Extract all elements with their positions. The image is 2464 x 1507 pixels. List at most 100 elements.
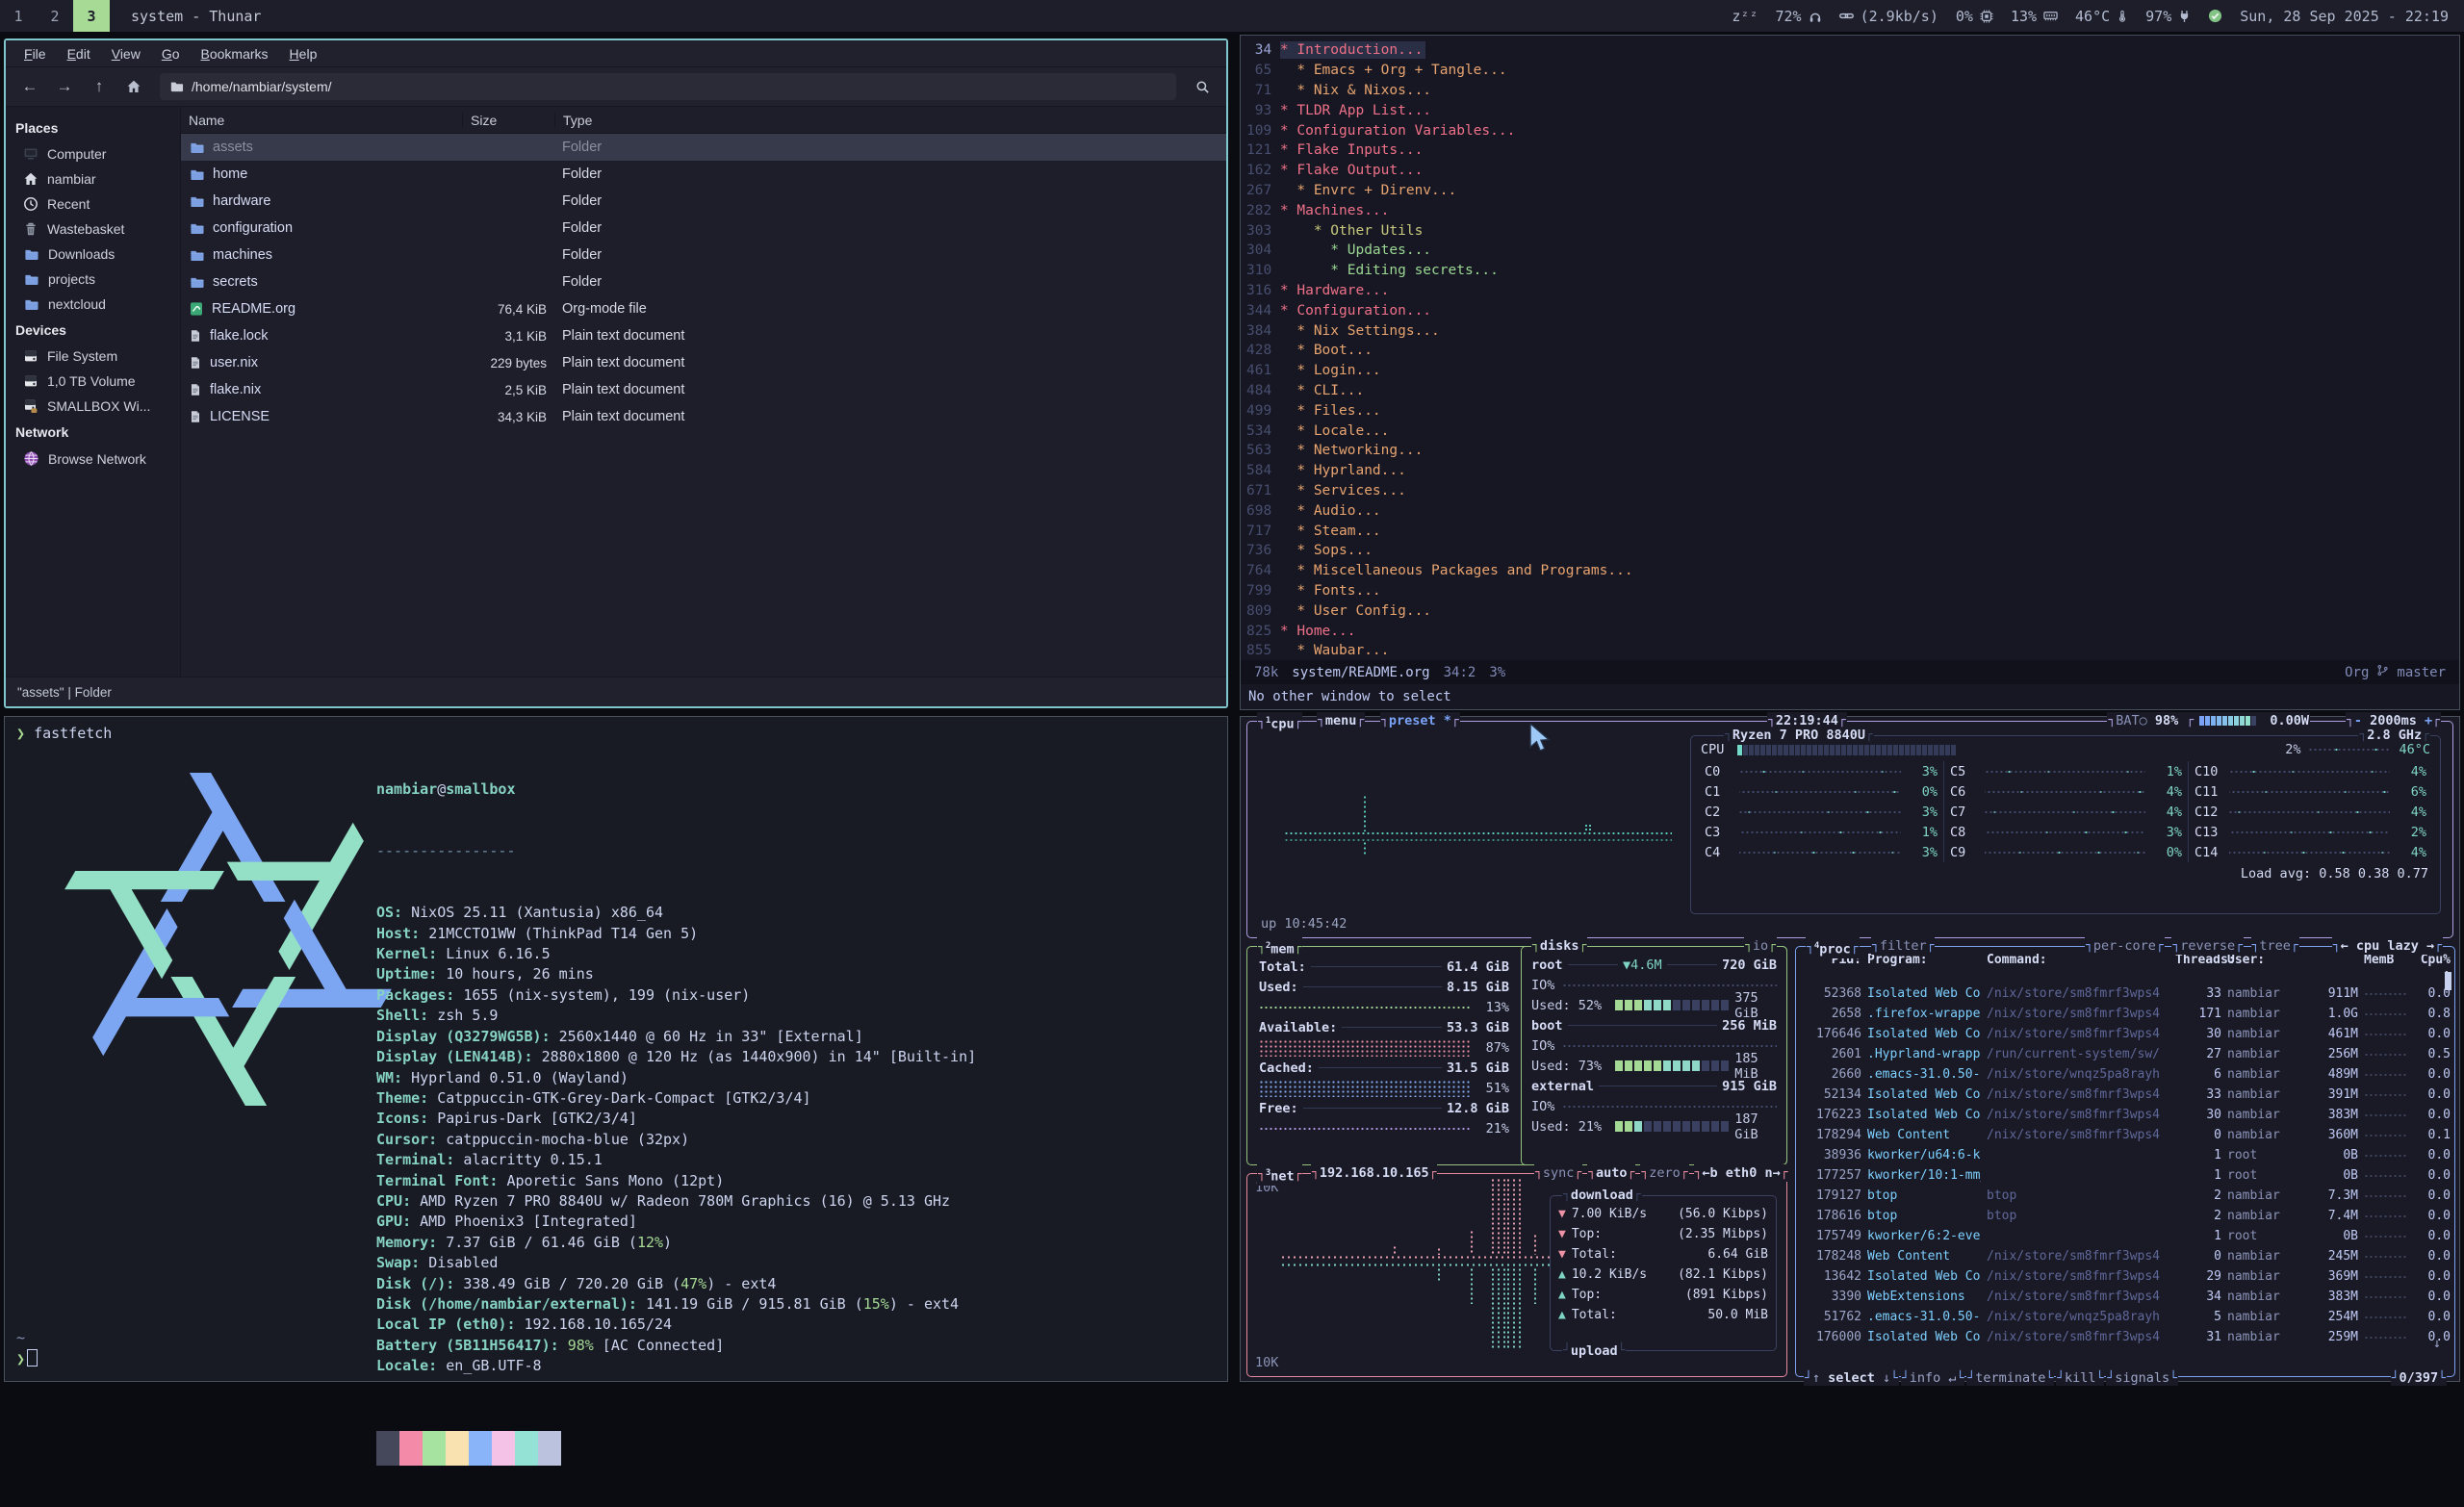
status-text: "assets" | Folder [6,677,1226,706]
filter-button[interactable]: ┐filter┌ [1871,937,1935,955]
org-heading-line-698: 698* Audio... [1246,500,2455,521]
proc-col-memb[interactable]: MemB [2364,953,2408,982]
column-header-size[interactable]: Size [462,113,554,128]
file-row-readme-org[interactable]: README.org76,4 KiBOrg-mode file [181,295,1226,322]
shell-prompt-current[interactable]: ~ ❯ [16,1328,38,1369]
proc-col-user[interactable]: User: [2227,953,2302,982]
menu-go[interactable]: Go [153,43,189,64]
buffer-size: 78k [1254,665,1278,680]
proc-key-signals[interactable]: ┘signals└ [2106,1370,2178,1386]
file-name: hardware [213,193,270,209]
proc-key-info-[interactable]: ┘info ↵└ [1901,1370,1964,1386]
file-row-home[interactable]: homeFolder [181,161,1226,188]
sidebar-item-nambiar[interactable]: nambiar [6,166,180,192]
net-control-0[interactable]: ┐sync┌ [1534,1164,1582,1182]
sidebar-item-browse-network[interactable]: Browse Network [6,446,180,472]
column-header-name[interactable]: Name [181,113,462,128]
ff-user: nambiar [376,780,437,798]
file-row-secrets[interactable]: secretsFolder [181,268,1226,295]
terminal-window[interactable]: ❯ fastfetch nambiar@smallbox -----------… [4,716,1228,1382]
process-row-176223[interactable]: 176223Isolated Web Co/nix/store/sm8fmrf3… [1804,1105,2447,1125]
line-number: 384 [1246,323,1271,339]
process-row-2660[interactable]: 2660.emacs-31.0.50-/nix/store/wnqz5pa8ra… [1804,1064,2447,1085]
sidebar-item-projects[interactable]: projects [6,267,180,292]
proc-control-tree[interactable]: ┐tree┌ [2251,937,2299,955]
process-row-178294[interactable]: 178294Web Content/nix/store/sm8fmrf3wps4… [1804,1125,2447,1145]
proc-key-kill[interactable]: ┘kill└ [2056,1370,2104,1386]
process-row-3390[interactable]: 3390WebExtensions/nix/store/sm8fmrf3wps4… [1804,1287,2447,1307]
menu-view[interactable]: View [103,43,149,64]
menu-help[interactable]: Help [281,43,326,64]
process-row-13642[interactable]: 13642Isolated Web Co/nix/store/sm8fmrf3w… [1804,1266,2447,1287]
net-control-1[interactable]: ┐auto┌ [1587,1164,1635,1182]
sidebar-item-file-system[interactable]: File System [6,344,180,369]
file-row-license[interactable]: LICENSE34,3 KiBPlain text document [181,403,1226,430]
process-row-178248[interactable]: 178248Web Content/nix/store/sm8fmrf3wps4… [1804,1246,2447,1266]
proc-count: ┘0/397└ [2391,1370,2447,1386]
file-row-hardware[interactable]: hardwareFolder [181,188,1226,215]
sidebar-item-recent[interactable]: Recent [6,192,180,217]
menu-button[interactable]: ┐menu┌ [1317,712,1365,729]
file-row-user-nix[interactable]: user.nix229 bytesPlain text document [181,349,1226,376]
sidebar-item-wastebasket[interactable]: Wastebasket [6,217,180,242]
net-control-2[interactable]: ┐zero┌ [1640,1164,1688,1182]
file-type: Plain text document [554,355,1226,370]
scrollbar-thumb[interactable] [2445,972,2451,990]
home-button[interactable] [119,73,148,100]
disk-used-boot: Used: 73% 185 MiB [1531,1056,1777,1076]
update-interval[interactable]: ┐- 2000ms +┌ [2346,712,2441,729]
process-row-51762[interactable]: 51762.emacs-31.0.50-/nix/store/wnqz5pa8r… [1804,1307,2447,1327]
process-row-178616[interactable]: 178616btopbtop2nambiar7.4M0.0 [1804,1206,2447,1226]
org-heading: * Networking... [1280,442,1425,459]
sidebar-item-smallbox-wi-[interactable]: SMALLBOX Wi... [6,394,180,419]
sort-selector[interactable]: ┐← cpu lazy →┌ [2332,937,2443,955]
proc-col-threads[interactable]: Threads: [2175,953,2221,982]
sidebar-item-computer[interactable]: Computer [6,141,180,166]
org-heading: * Login... [1280,362,1384,379]
sidebar-item-1-0-tb-volume[interactable]: 1,0 TB Volume [6,369,180,394]
sidebar-item-nextcloud[interactable]: nextcloud [6,292,180,317]
process-row-176000[interactable]: 176000Isolated Web Co/nix/store/sm8fmrf3… [1804,1327,2447,1347]
process-row-175749[interactable]: 175749kworker/6:2-even1root0B0.0 [1804,1226,2447,1246]
process-row-52134[interactable]: 52134Isolated Web Co/nix/store/sm8fmrf3w… [1804,1085,2447,1105]
menu-edit[interactable]: Edit [59,43,99,64]
search-button[interactable] [1188,73,1217,100]
line-number: 109 [1246,123,1271,139]
file-row-configuration[interactable]: configurationFolder [181,215,1226,242]
core-c6: C64% [1943,781,2188,802]
proc-key--select-[interactable]: ┘↑ select ↓└ [1804,1370,1899,1386]
proc-control-reverse[interactable]: ┐reverse┌ [2171,937,2244,955]
menu-bookmarks[interactable]: Bookmarks [192,43,277,64]
up-button[interactable]: ↑ [85,73,114,100]
file-row-flake-nix[interactable]: flake.nix2,5 KiBPlain text document [181,376,1226,403]
process-row-2601[interactable]: 2601.Hyprland-wrapp/run/current-system/s… [1804,1044,2447,1064]
menu-file[interactable]: File [15,43,55,64]
workspace-button-2[interactable]: 2 [37,0,73,32]
process-row-177257[interactable]: 177257kworker/10:1-mm_1root0B0.0 [1804,1165,2447,1186]
sidebar-item-downloads[interactable]: Downloads [6,242,180,267]
process-row-52368[interactable]: 52368Isolated Web Co/nix/store/sm8fmrf3w… [1804,983,2447,1004]
proc-control-per-core[interactable]: ┐per-core┌ [2085,937,2165,955]
preset-button[interactable]: ┐preset *┌ [1380,712,1460,729]
file-row-flake-lock[interactable]: flake.lock3,1 KiBPlain text document [181,322,1226,349]
process-row-38936[interactable]: 38936kworker/u64:6-kc1root0B0.0 [1804,1145,2447,1165]
back-button[interactable]: ← [15,73,44,100]
proc-key-terminate[interactable]: ┘terminate└ [1966,1370,2054,1386]
net-control-3[interactable]: ┐←b eth0 n→┌ [1694,1164,1789,1182]
file-row-machines[interactable]: machinesFolder [181,242,1226,268]
clock: ┐22:19:44┌ [1767,712,1847,729]
workspace-button-1[interactable]: 1 [0,0,37,32]
process-row-176646[interactable]: 176646Isolated Web Co/nix/store/sm8fmrf3… [1804,1024,2447,1044]
column-header-type[interactable]: Type [554,113,1226,128]
file-row-assets[interactable]: assetsFolder [181,134,1226,161]
proc-col-program[interactable]: Program: [1867,953,1981,982]
trash-icon [23,221,38,237]
sidebar-item-label: File System [47,348,117,364]
path-bar[interactable]: /home/nambiar/system/ [160,73,1176,100]
ff-line-kernel: Kernel: Linux 6.16.5 [376,944,976,964]
proc-col-command[interactable]: Command: [1987,953,2169,982]
workspace-button-3[interactable]: 3 [73,0,110,32]
process-row-179127[interactable]: 179127btopbtop2nambiar7.3M0.0 [1804,1186,2447,1206]
process-row-2658[interactable]: 2658.firefox-wrappe/nix/store/sm8fmrf3wp… [1804,1004,2447,1024]
forward-button[interactable]: → [50,73,79,100]
